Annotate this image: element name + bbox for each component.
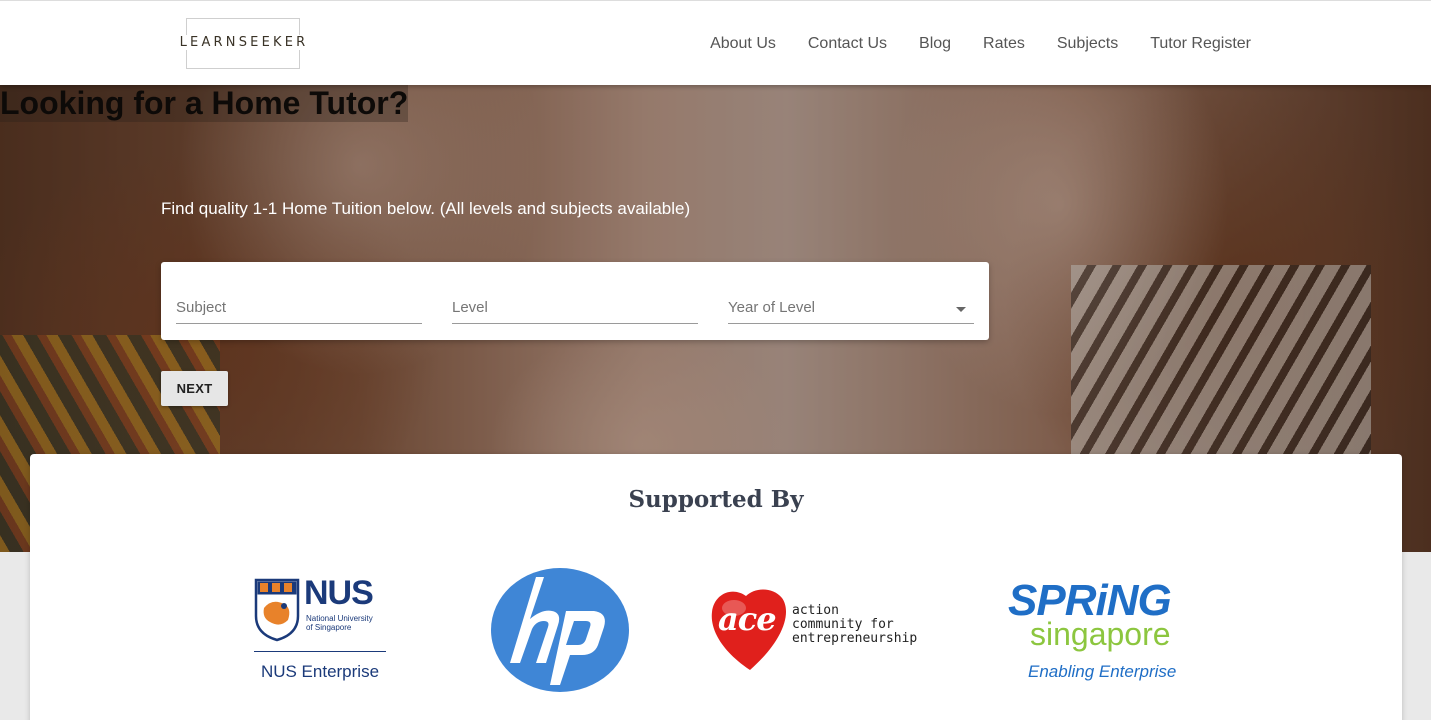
year-of-level-select[interactable]: Year of Level bbox=[728, 286, 974, 324]
hp-logo-icon bbox=[491, 568, 629, 692]
year-of-level-label: Year of Level bbox=[728, 299, 816, 316]
spring-tagline: Enabling Enterprise bbox=[1028, 662, 1177, 681]
supported-by-section: Supported By NUS National University of … bbox=[30, 454, 1402, 720]
level-field[interactable]: Level bbox=[452, 286, 698, 324]
spring-singapore-text: singapore bbox=[1030, 616, 1171, 652]
ace-line1: action bbox=[792, 603, 839, 618]
logo-text: LEARNSEEKER bbox=[178, 35, 310, 50]
nav-subjects[interactable]: Subjects bbox=[1057, 35, 1118, 53]
spring-singapore-logo: SPRiNG singapore Enabling Enterprise bbox=[1008, 576, 1204, 686]
nav-contact-us[interactable]: Contact Us bbox=[808, 35, 887, 53]
main-nav: About Us Contact Us Blog Rates Subjects … bbox=[710, 1, 1251, 86]
level-label: Level bbox=[452, 299, 488, 316]
next-button[interactable]: NEXT bbox=[161, 371, 228, 406]
nus-line1: National University bbox=[306, 614, 373, 623]
nav-about-us[interactable]: About Us bbox=[710, 35, 776, 53]
dropdown-caret-icon bbox=[956, 307, 966, 312]
subject-field[interactable]: Subject bbox=[176, 286, 422, 324]
nus-enterprise-logo: NUS National University of Singapore NUS… bbox=[254, 574, 388, 684]
nav-rates[interactable]: Rates bbox=[983, 35, 1025, 53]
nav-blog[interactable]: Blog bbox=[919, 35, 951, 53]
hero-title: Looking for a Home Tutor? bbox=[0, 85, 409, 122]
ace-logo: ace action community for entrepreneurshi… bbox=[710, 584, 930, 674]
hero-subtitle: Find quality 1-1 Home Tuition below. (Al… bbox=[161, 199, 691, 218]
ace-line3: entrepreneurship bbox=[792, 631, 918, 646]
hp-logo bbox=[490, 567, 630, 693]
supported-by-heading: Supported By bbox=[628, 486, 804, 513]
ace-line2: community for bbox=[792, 617, 894, 632]
nav-tutor-register[interactable]: Tutor Register bbox=[1150, 35, 1251, 53]
learnseeker-logo[interactable]: LEARNSEEKER bbox=[170, 18, 318, 70]
search-form-card: Subject Level Year of Level bbox=[161, 262, 989, 340]
top-navigation-bar: LEARNSEEKER About Us Contact Us Blog Rat… bbox=[0, 0, 1431, 85]
nus-wordmark: NUS bbox=[304, 574, 374, 612]
ace-wordmark: ace bbox=[718, 600, 777, 638]
subject-label: Subject bbox=[176, 299, 227, 316]
nus-line2: of Singapore bbox=[306, 623, 352, 632]
nus-enterprise-text: NUS Enterprise bbox=[260, 662, 380, 681]
